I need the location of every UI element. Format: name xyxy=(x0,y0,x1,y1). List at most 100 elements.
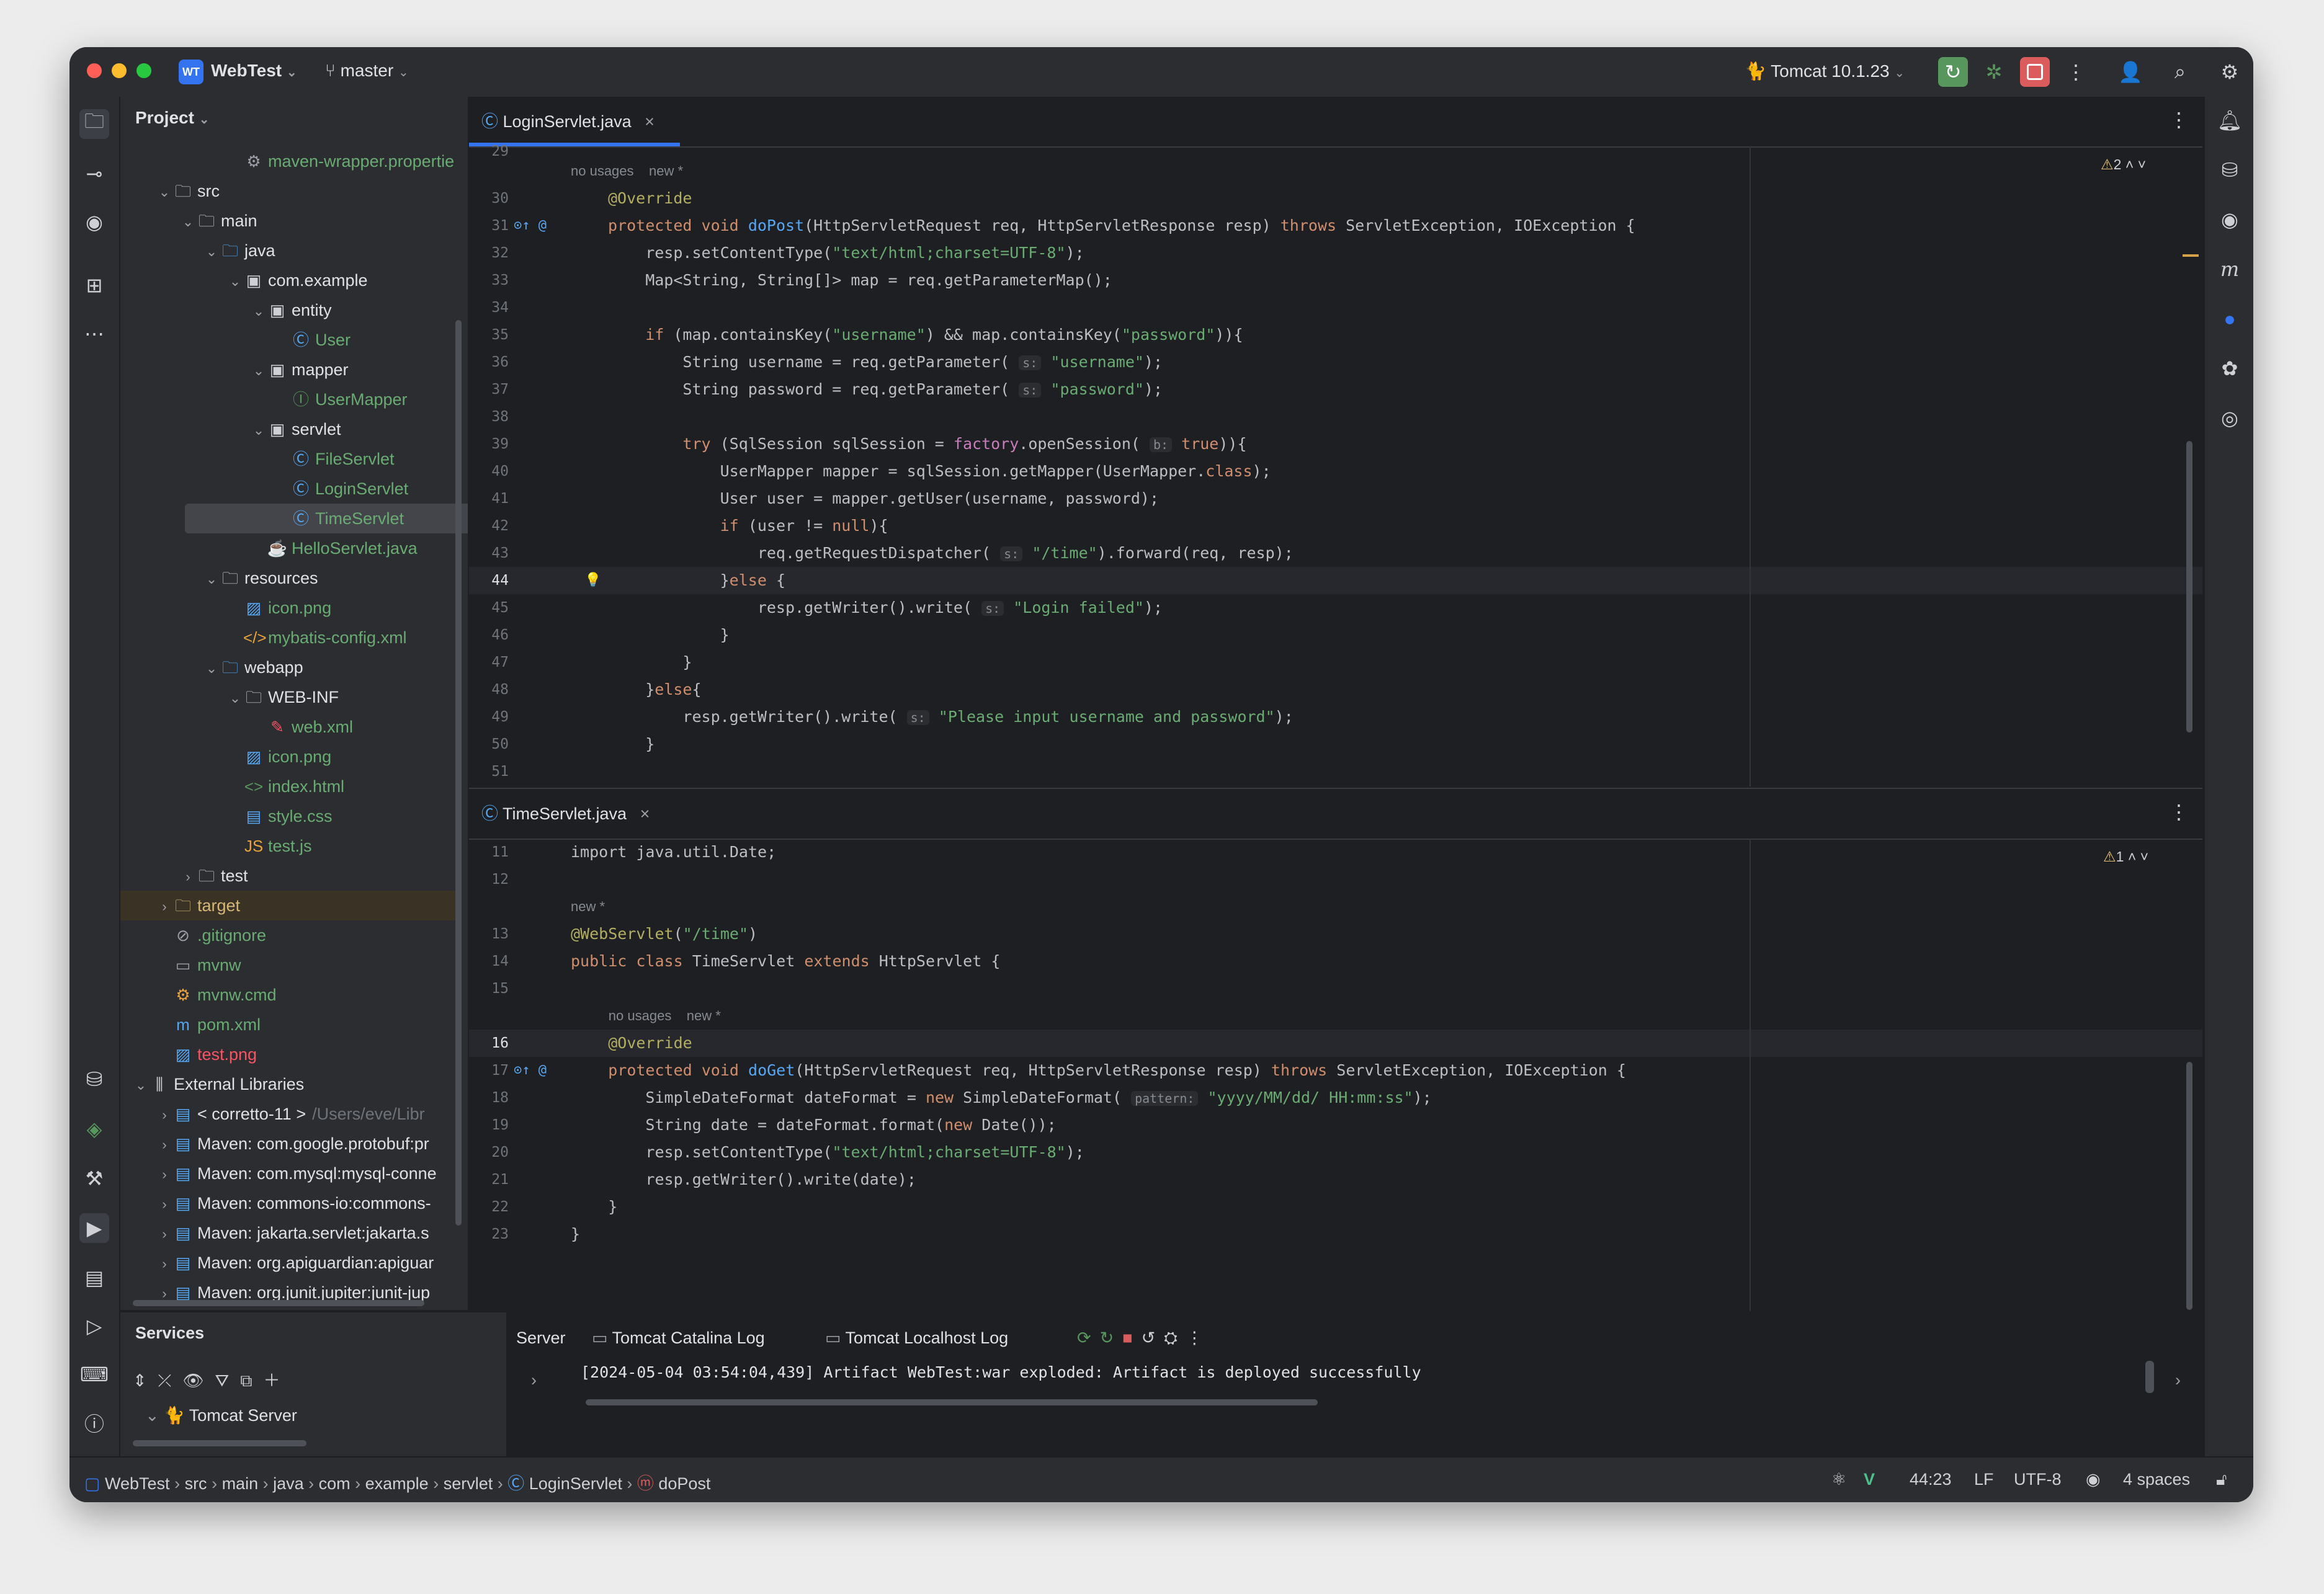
tab-server[interactable]: Server xyxy=(516,1329,566,1348)
project-tree-item[interactable]: JS test.js xyxy=(227,831,312,861)
chevron-down-icon[interactable]: ⌄ xyxy=(203,237,220,267)
line-number[interactable]: 45 xyxy=(469,594,509,621)
vue-status-icon[interactable]: V xyxy=(1864,1470,1875,1489)
line-number[interactable]: 49 xyxy=(469,703,509,731)
code-line[interactable]: 40 UserMapper mapper = sqlSession.getMap… xyxy=(469,458,2202,485)
project-tree-item[interactable]: ▨ test.png xyxy=(156,1040,257,1069)
code-line[interactable]: 36 String username = req.getParameter( s… xyxy=(469,349,2202,376)
console-vscrollbar[interactable] xyxy=(2145,1361,2154,1393)
project-tree-item[interactable]: Ⓘ UserMapper xyxy=(274,385,408,414)
code-vision-hint[interactable]: no usages new * xyxy=(469,158,2202,185)
code-line[interactable]: 16 @Override xyxy=(469,1030,2202,1057)
line-separator[interactable]: LF xyxy=(1974,1470,1994,1489)
chevron-down-icon[interactable]: ⌄ xyxy=(251,356,267,386)
project-tree-item[interactable]: ⚙ maven-wrapper.propertie xyxy=(227,146,454,176)
override-gutter-icon[interactable]: ⊙↑ @ xyxy=(514,1057,547,1084)
line-number[interactable]: 12 xyxy=(469,866,509,893)
openai-panel-button[interactable]: ✿ xyxy=(2215,354,2245,383)
usages-hint[interactable]: no usages new * xyxy=(609,1002,721,1030)
chevron-down-icon[interactable]: ⌄ xyxy=(133,1071,149,1100)
line-number[interactable]: 37 xyxy=(469,376,509,403)
project-switcher[interactable]: WebTest ⌄ xyxy=(211,61,297,81)
refresh-icon[interactable]: ⟳ xyxy=(1077,1329,1100,1347)
filter-icon[interactable]: ⛛ xyxy=(215,1371,241,1390)
project-tree-item[interactable]: m pom.xml xyxy=(156,1010,261,1040)
services-tool-button[interactable]: ▶ xyxy=(79,1213,109,1243)
line-number[interactable]: 40 xyxy=(469,458,509,485)
debug-button[interactable]: ✲ xyxy=(1979,57,2009,87)
warning-stripe[interactable] xyxy=(2183,254,2199,257)
more-tools-button[interactable]: ⋯ xyxy=(79,319,109,349)
code-line[interactable]: 43 req.getRequestDispatcher( s: "/time")… xyxy=(469,540,2202,567)
project-tree-item[interactable]: ✎ web.xml xyxy=(251,712,353,742)
run-config-selector[interactable]: 🐈 Tomcat 10.1.23 ⌄ xyxy=(1745,61,1905,81)
database-panel-button[interactable]: ⛁ xyxy=(2215,155,2245,185)
settings-button[interactable]: ⚙ xyxy=(2215,57,2245,87)
code-line[interactable]: 33 Map<String, String[]> map = req.getPa… xyxy=(469,267,2202,294)
code-line[interactable]: 30 @Override xyxy=(469,185,2202,212)
indent-setting[interactable]: 4 spaces xyxy=(2123,1470,2190,1489)
chevron-right-icon[interactable]: › xyxy=(156,1100,172,1130)
project-tree-item[interactable]: ⚙ mvnw.cmd xyxy=(156,980,276,1010)
tab-options-button[interactable]: ⋮ xyxy=(2169,800,2189,824)
code-line[interactable]: 45 resp.getWriter().write( s: "Login fai… xyxy=(469,594,2202,621)
line-number[interactable]: 50 xyxy=(469,731,509,758)
breadcrumb-item[interactable]: main xyxy=(222,1474,259,1493)
minimize-window-button[interactable] xyxy=(112,63,127,78)
tab-time-servlet[interactable]: Ⓒ TimeServlet.java × xyxy=(481,789,650,839)
chevron-right-icon[interactable]: › xyxy=(156,1219,172,1249)
code-line[interactable]: 38 xyxy=(469,403,2202,430)
notifications-button[interactable]: 🔔︎ xyxy=(2215,105,2245,135)
line-number[interactable]: 15 xyxy=(469,975,509,1002)
chevron-right-icon[interactable]: › xyxy=(156,892,172,922)
chevron-right-icon[interactable]: › xyxy=(180,862,196,892)
terminal-tool-button[interactable]: ⌨ xyxy=(79,1360,109,1389)
code-line[interactable]: 35 if (map.containsKey("username") && ma… xyxy=(469,321,2202,349)
chevron-down-icon[interactable]: ⌄ xyxy=(180,207,196,237)
project-hscrollbar[interactable] xyxy=(133,1300,424,1306)
code-line[interactable]: 11 import java.util.Date; xyxy=(469,839,2202,866)
new-group-icon[interactable]: ⧉ xyxy=(240,1371,263,1390)
project-tree-item[interactable]: › 🗀 test xyxy=(180,861,248,891)
project-tree-item[interactable]: ⌄ ▣ entity xyxy=(251,295,332,325)
vcs-tool-button[interactable] xyxy=(79,1451,109,1456)
line-number[interactable]: 30 xyxy=(469,185,509,212)
project-tree-item[interactable]: ⌄ ▣ com.example xyxy=(227,265,368,295)
chevron-down-icon[interactable]: ⌄ xyxy=(227,683,243,713)
code-line[interactable]: 21 resp.getWriter().write(date); xyxy=(469,1166,2202,1193)
code-line[interactable]: 23} xyxy=(469,1221,2202,1248)
tab-localhost-log[interactable]: ▭ Tomcat Localhost Log xyxy=(825,1329,1008,1348)
project-tree-item[interactable]: ⌄ 🗀 webapp xyxy=(203,652,303,682)
line-number[interactable]: 34 xyxy=(469,294,509,321)
project-tree-item[interactable]: ▤ style.css xyxy=(227,801,333,831)
line-number[interactable]: 41 xyxy=(469,485,509,512)
chevron-right-icon[interactable]: › xyxy=(156,1160,172,1190)
build-tool-button[interactable]: ⚒ xyxy=(79,1164,109,1193)
code-line[interactable]: 39 try (SqlSession sqlSession = factory.… xyxy=(469,430,2202,458)
lock-icon[interactable]: 🔓︎ xyxy=(2216,1470,2227,1490)
breadcrumb-item[interactable]: ⓜ doPost xyxy=(637,1474,711,1493)
code-line[interactable]: 31 protected void doPost(HttpServletReque… xyxy=(469,212,2202,239)
override-gutter-icon[interactable]: ⊙↑ @ xyxy=(514,212,547,239)
line-number[interactable]: 14 xyxy=(469,948,509,975)
usages-hint[interactable]: no usages new * xyxy=(571,158,683,185)
line-number[interactable]: 47 xyxy=(469,649,509,676)
line-number[interactable]: 21 xyxy=(469,1166,509,1193)
project-tree-item[interactable]: ⌄ ⫼ External Libraries xyxy=(133,1069,304,1099)
code-line[interactable]: 46 } xyxy=(469,621,2202,649)
expand-all-icon[interactable]: ⇕ xyxy=(133,1371,158,1390)
close-window-button[interactable] xyxy=(87,63,102,78)
services-tree-tomcat[interactable]: ⌄ 🐈 Tomcat Server xyxy=(145,1405,297,1425)
line-number[interactable]: 20 xyxy=(469,1139,509,1166)
code-line[interactable]: 15 xyxy=(469,975,2202,1002)
line-number[interactable]: 32 xyxy=(469,239,509,267)
code-line[interactable]: 47 } xyxy=(469,649,2202,676)
tab-catalina-log[interactable]: ▭ Tomcat Catalina Log xyxy=(592,1329,765,1348)
line-number[interactable]: 33 xyxy=(469,267,509,294)
project-tree-item[interactable]: ⌄ ▣ servlet xyxy=(251,414,341,444)
copilot-status-icon[interactable]: ⚛ xyxy=(1831,1470,1846,1489)
line-number[interactable]: 16 xyxy=(469,1030,509,1057)
line-number[interactable]: 19 xyxy=(469,1111,509,1139)
project-tree-item[interactable]: Ⓒ TimeServlet xyxy=(274,504,404,533)
python-tool-button[interactable]: ◈ xyxy=(79,1114,109,1144)
